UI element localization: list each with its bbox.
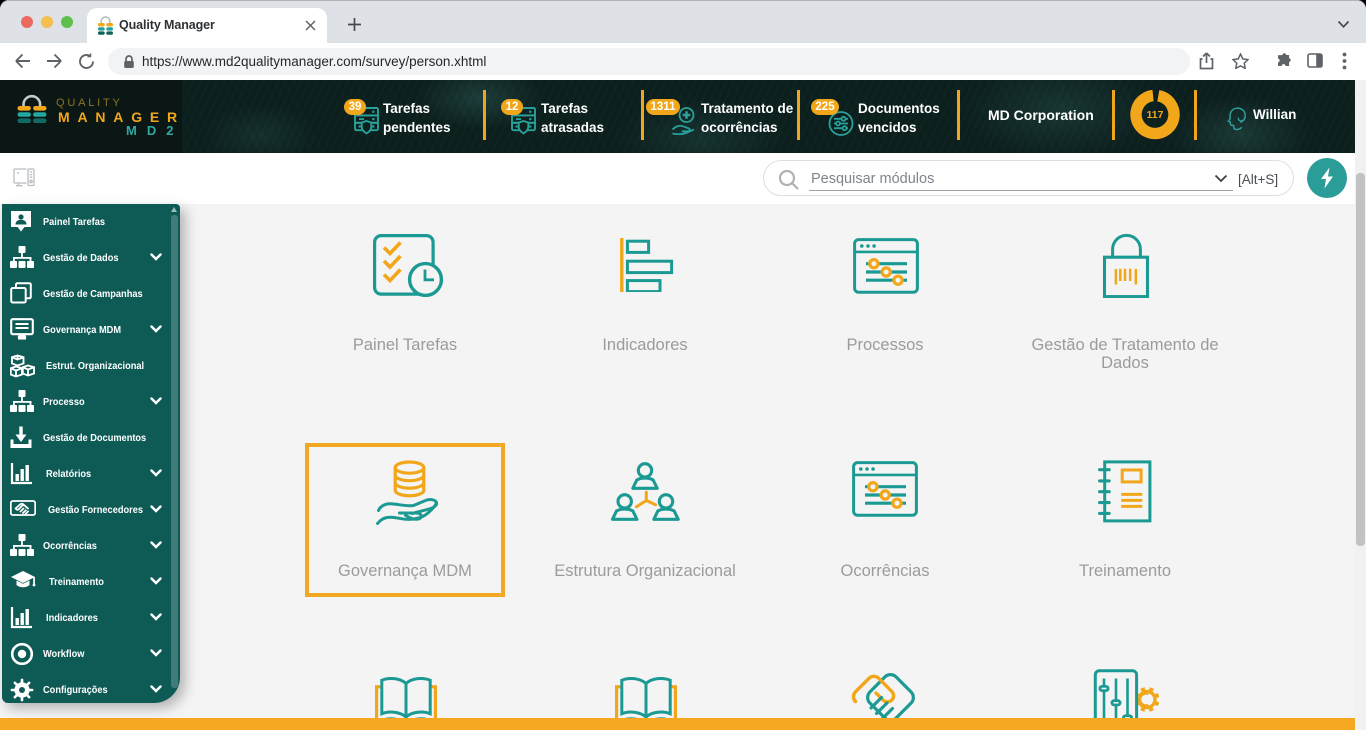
svg-text:117: 117 [1147, 109, 1164, 121]
